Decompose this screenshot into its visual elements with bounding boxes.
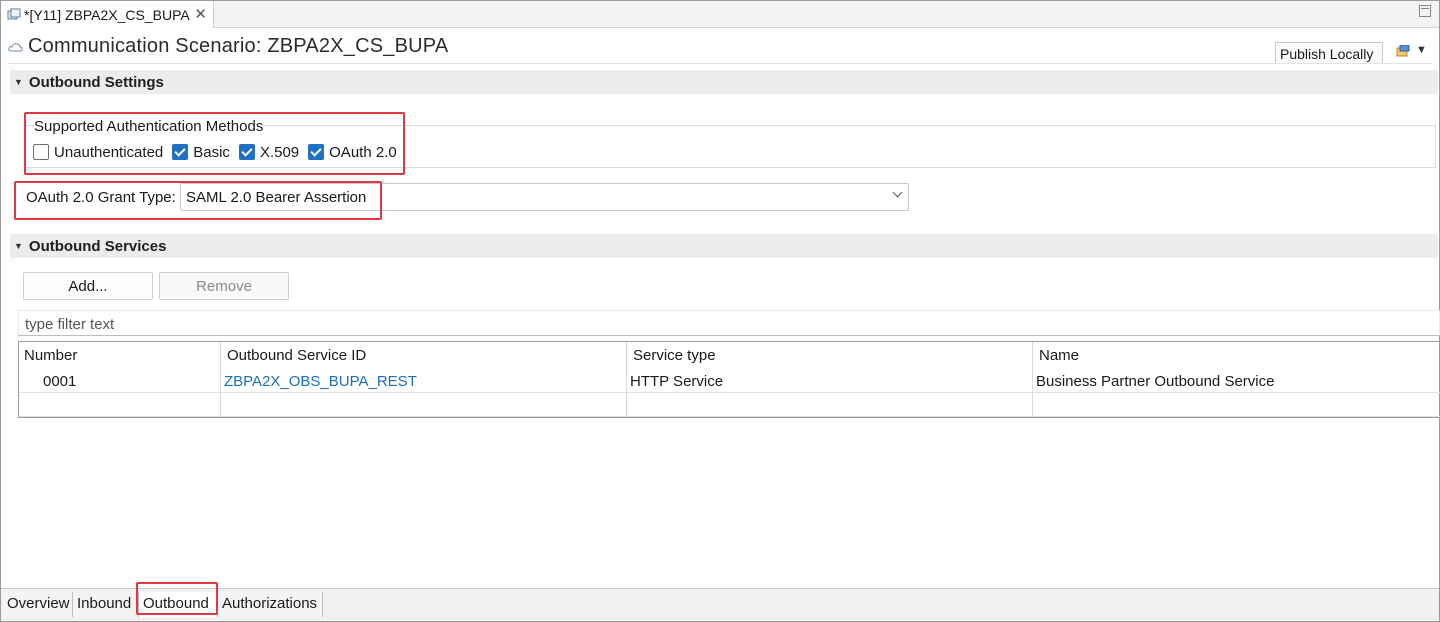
remove-button[interactable]: Remove: [159, 272, 289, 300]
communication-scenario-icon: [7, 8, 21, 22]
editor-tab[interactable]: *[Y11] ZBPA2X_CS_BUPA ✕: [1, 1, 214, 28]
section-outbound-services[interactable]: ▼ Outbound Services: [10, 234, 1438, 258]
tab-overview[interactable]: Overview: [3, 592, 73, 617]
add-button[interactable]: Add...: [23, 272, 153, 300]
section-title: Outbound Settings: [28, 73, 164, 91]
tab-inbound[interactable]: Inbound: [73, 592, 139, 617]
highlight-grant-type: [14, 181, 382, 220]
cell-service-type: HTTP Service: [630, 373, 724, 390]
deploy-icon[interactable]: [1396, 44, 1410, 57]
column-number: Number 0001: [19, 342, 221, 417]
highlight-outbound-tab: [136, 582, 218, 615]
section-title: Outbound Services: [28, 237, 167, 255]
cloud-icon: [8, 41, 24, 57]
filter-input[interactable]: type filter text: [18, 310, 1440, 336]
column-name: Name Business Partner Outbound Service: [1033, 342, 1440, 417]
chevron-down-icon[interactable]: ▼: [1416, 44, 1427, 56]
row-divider: [19, 392, 1440, 393]
publish-locally-button[interactable]: Publish Locally: [1275, 42, 1383, 64]
column-header[interactable]: Outbound Service ID: [227, 347, 366, 364]
collapse-triangle-icon[interactable]: ▼: [14, 241, 23, 251]
column-service-id: Outbound Service ID ZBPA2X_OBS_BUPA_REST: [221, 342, 627, 417]
column-header[interactable]: Name: [1039, 347, 1079, 364]
close-icon[interactable]: ✕: [194, 5, 207, 23]
column-service-type: Service type HTTP Service: [627, 342, 1033, 417]
editor-tab-strip: *[Y11] ZBPA2X_CS_BUPA ✕: [1, 1, 1439, 28]
collapse-triangle-icon[interactable]: ▼: [14, 77, 23, 87]
editor-tab-label: *[Y11] ZBPA2X_CS_BUPA: [24, 6, 190, 23]
cell-name: Business Partner Outbound Service: [1036, 373, 1275, 390]
header-divider: [8, 63, 1432, 64]
chevron-down-icon[interactable]: [892, 187, 903, 198]
page-title: Communication Scenario: ZBPA2X_CS_BUPA: [28, 34, 449, 57]
highlight-auth-methods: [24, 112, 405, 175]
column-header[interactable]: Service type: [633, 347, 716, 364]
service-id-link[interactable]: ZBPA2X_OBS_BUPA_REST: [224, 373, 417, 390]
outbound-services-table: Number 0001 Outbound Service ID ZBPA2X_O…: [18, 341, 1440, 418]
minimize-icon[interactable]: [1419, 5, 1431, 17]
page-header: Communication Scenario: ZBPA2X_CS_BUPA: [8, 33, 448, 59]
section-outbound-settings[interactable]: ▼ Outbound Settings: [10, 70, 1438, 94]
tab-authorizations[interactable]: Authorizations: [218, 592, 323, 617]
column-header[interactable]: Number: [24, 347, 77, 364]
row-divider: [19, 416, 1440, 417]
cell-number: 0001: [43, 373, 77, 390]
